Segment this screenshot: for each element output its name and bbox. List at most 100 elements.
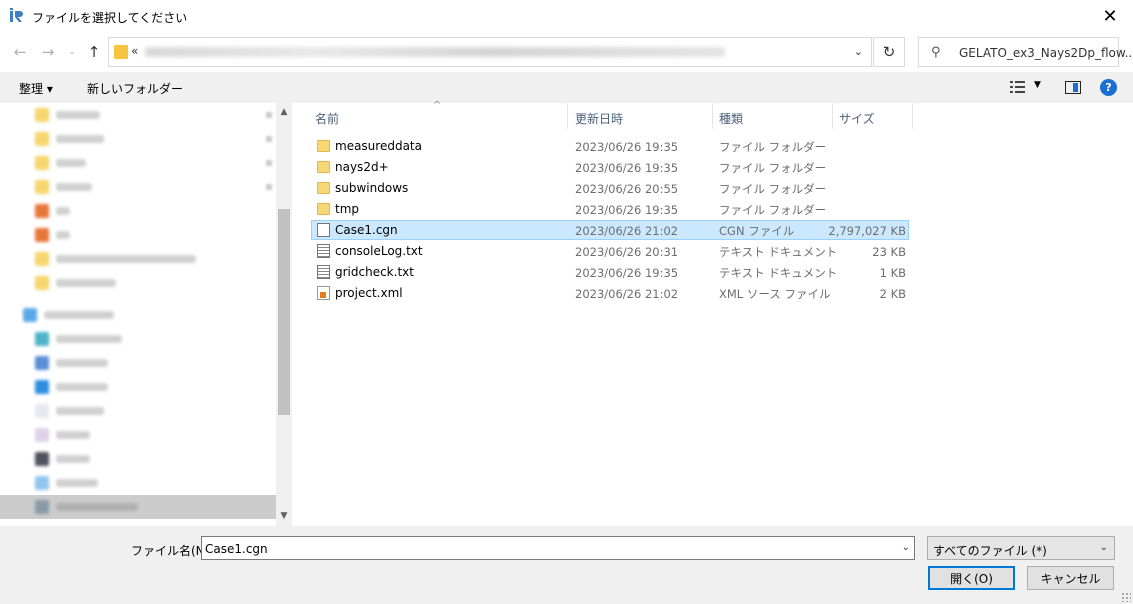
music-icon (35, 476, 49, 490)
desktop-icon (35, 380, 49, 394)
close-icon: ✕ (1102, 5, 1118, 27)
file-name: consoleLog.txt (335, 244, 423, 258)
file-type: テキスト ドキュメント (719, 245, 838, 259)
column-header-label: 種類 (719, 112, 744, 126)
file-size: 1 KB (879, 266, 906, 280)
file-row[interactable]: measureddata 2023/06/26 19:35 ファイル フォルダー (311, 136, 909, 156)
folder-icon (114, 45, 128, 59)
file-date: 2023/06/26 19:35 (575, 140, 679, 154)
search-text: GELATO_ex3_Nays2Dp_flow... (959, 46, 1133, 60)
file-type-select[interactable]: すべてのファイル (*) ⌄ (927, 536, 1115, 560)
folder-icon (317, 161, 330, 173)
column-header-size[interactable]: サイズ (833, 103, 913, 129)
nav-label-redacted (56, 503, 138, 511)
address-row: ← → ⌄ ↑ « ⌄ ↻ ⚲ GELATO_ex3_Nays2Dp_flow.… (0, 32, 1133, 72)
search-icon: ⚲ (931, 45, 941, 60)
file-date: 2023/06/26 21:02 (575, 224, 679, 238)
arrow-right-icon: → (41, 43, 55, 61)
nav-label-redacted (56, 111, 100, 119)
nav-scrollbar[interactable]: ▲ ▼ (276, 103, 292, 526)
nav-label-redacted (56, 383, 108, 391)
file-row-selected[interactable]: Case1.cgn 2023/06/26 21:02 CGN ファイル 2,79… (311, 220, 909, 240)
close-button[interactable]: ✕ (1087, 0, 1133, 32)
nav-label-redacted (56, 431, 90, 439)
nav-label-redacted (56, 135, 104, 143)
file-row[interactable]: nays2d+ 2023/06/26 19:35 ファイル フォルダー (311, 157, 909, 177)
folder-icon (35, 132, 49, 146)
file-name: tmp (335, 202, 360, 216)
file-type: CGN ファイル (719, 224, 795, 238)
scroll-down-icon[interactable]: ▼ (276, 511, 292, 521)
file-row[interactable]: subwindows 2023/06/26 20:55 ファイル フォルダー (311, 178, 909, 198)
nav-label-redacted (56, 335, 122, 343)
forward-button[interactable]: → (38, 42, 58, 62)
folder-icon (35, 108, 49, 122)
file-row[interactable]: tmp 2023/06/26 19:35 ファイル フォルダー (311, 199, 909, 219)
file-type: ファイル フォルダー (719, 203, 827, 217)
help-icon[interactable]: ? (1100, 79, 1117, 96)
file-row[interactable]: gridcheck.txt 2023/06/26 19:35 テキスト ドキュメ… (311, 262, 909, 282)
address-dropdown-icon[interactable]: ⌄ (854, 45, 863, 58)
refresh-icon: ↻ (882, 43, 896, 61)
address-bar[interactable]: « ⌄ (108, 37, 872, 67)
new-folder-button[interactable]: 新しいフォルダー (87, 80, 183, 97)
refresh-button[interactable]: ↻ (873, 37, 905, 67)
file-date: 2023/06/26 19:35 (575, 161, 679, 175)
breadcrumb-overflow-icon[interactable]: « (131, 44, 138, 58)
file-date: 2023/06/26 19:35 (575, 203, 679, 217)
organize-menu[interactable]: 整理 ▾ (19, 80, 53, 97)
column-header-name[interactable]: ^ 名前 (295, 100, 568, 129)
file-row[interactable]: consoleLog.txt 2023/06/26 20:31 テキスト ドキュ… (311, 241, 909, 261)
nav-label-redacted (56, 479, 98, 487)
search-input[interactable]: ⚲ GELATO_ex3_Nays2Dp_flow... (918, 37, 1133, 67)
file-size: 2 KB (879, 287, 906, 301)
chevron-down-icon[interactable]: ⌄ (902, 542, 910, 553)
title-bar: ファイルを選択してください ✕ (0, 0, 1133, 32)
up-button[interactable]: ↑ (84, 42, 104, 62)
file-list[interactable]: ^ 名前 更新日時 種類 サイズ measureddata 2023/06/26… (295, 100, 1133, 526)
nav-label-redacted (56, 231, 70, 239)
arrow-left-icon: ← (13, 43, 27, 61)
open-button[interactable]: 開く(O) (928, 566, 1015, 590)
pin-icon (266, 160, 272, 166)
sort-ascending-icon: ^ (433, 100, 442, 111)
filename-input[interactable]: Case1.cgn ⌄ (201, 536, 915, 560)
file-icon (317, 223, 330, 237)
back-button[interactable]: ← (10, 42, 30, 62)
text-file-icon (317, 244, 330, 258)
column-header-label: 名前 (315, 112, 340, 126)
file-name: nays2d+ (335, 160, 389, 174)
preview-pane-icon[interactable] (1065, 81, 1081, 94)
file-date: 2023/06/26 21:02 (575, 287, 679, 301)
file-date: 2023/06/26 20:55 (575, 182, 679, 196)
scroll-thumb[interactable] (278, 209, 290, 415)
folder-icon (35, 252, 49, 266)
text-file-icon (317, 265, 330, 279)
window-title: ファイルを選択してください (32, 11, 188, 25)
drive-icon (35, 500, 49, 514)
recent-locations-button[interactable]: ⌄ (62, 42, 82, 62)
folder-icon (317, 203, 330, 215)
dialog-footer: ファイル名(N): Case1.cgn ⌄ すべてのファイル (*) ⌄ 開く(… (0, 526, 1133, 604)
navigation-pane[interactable]: ▲ ▼ (0, 103, 292, 526)
nav-label-redacted (44, 311, 114, 319)
view-dropdown-icon[interactable]: ▼ (1034, 80, 1041, 90)
column-header-label: サイズ (839, 112, 875, 126)
file-type: ファイル フォルダー (719, 161, 827, 175)
xml-file-icon (317, 286, 330, 300)
folder-icon (35, 180, 49, 194)
file-type: テキスト ドキュメント (719, 266, 838, 280)
file-row[interactable]: project.xml 2023/06/26 21:02 XML ソース ファイ… (311, 283, 909, 303)
cancel-button[interactable]: キャンセル (1027, 566, 1114, 590)
column-header-type[interactable]: 種類 (713, 103, 833, 129)
column-header-label: 更新日時 (575, 112, 624, 126)
nav-label-redacted (56, 159, 86, 167)
chevron-down-icon: ⌄ (68, 47, 76, 57)
file-size: 23 KB (872, 245, 906, 259)
scroll-up-icon[interactable]: ▲ (276, 107, 292, 117)
cancel-button-label: キャンセル (1040, 571, 1101, 586)
resize-grip[interactable] (1121, 592, 1131, 602)
column-header-date[interactable]: 更新日時 (568, 103, 713, 129)
view-options-icon[interactable] (1009, 80, 1027, 94)
file-type: ファイル フォルダー (719, 182, 827, 196)
